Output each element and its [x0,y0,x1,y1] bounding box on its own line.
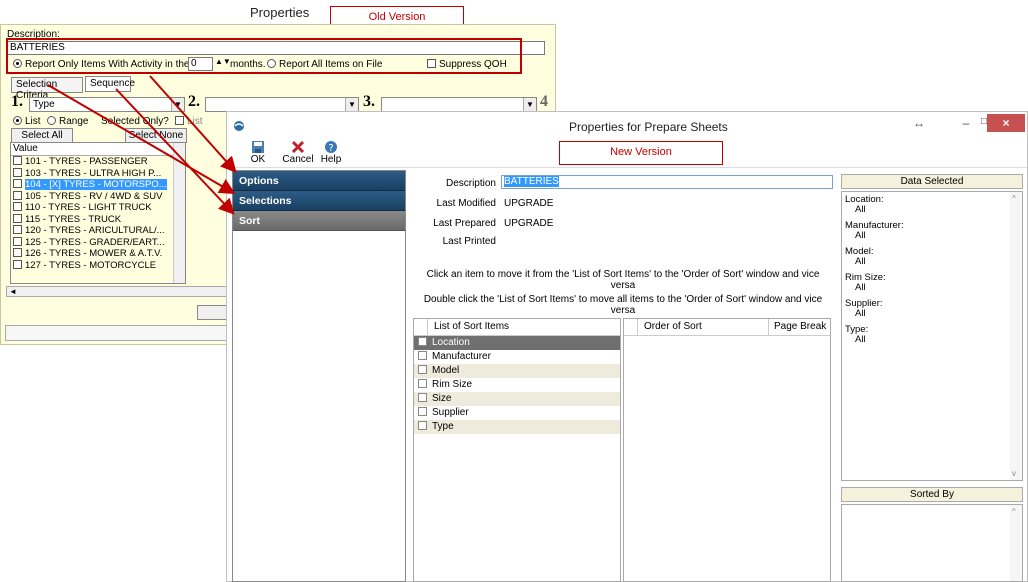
arrow-options [149,75,237,173]
comparison-arrows [47,75,237,215]
arrow-selections [47,84,236,195]
arrow-sort [115,88,235,215]
